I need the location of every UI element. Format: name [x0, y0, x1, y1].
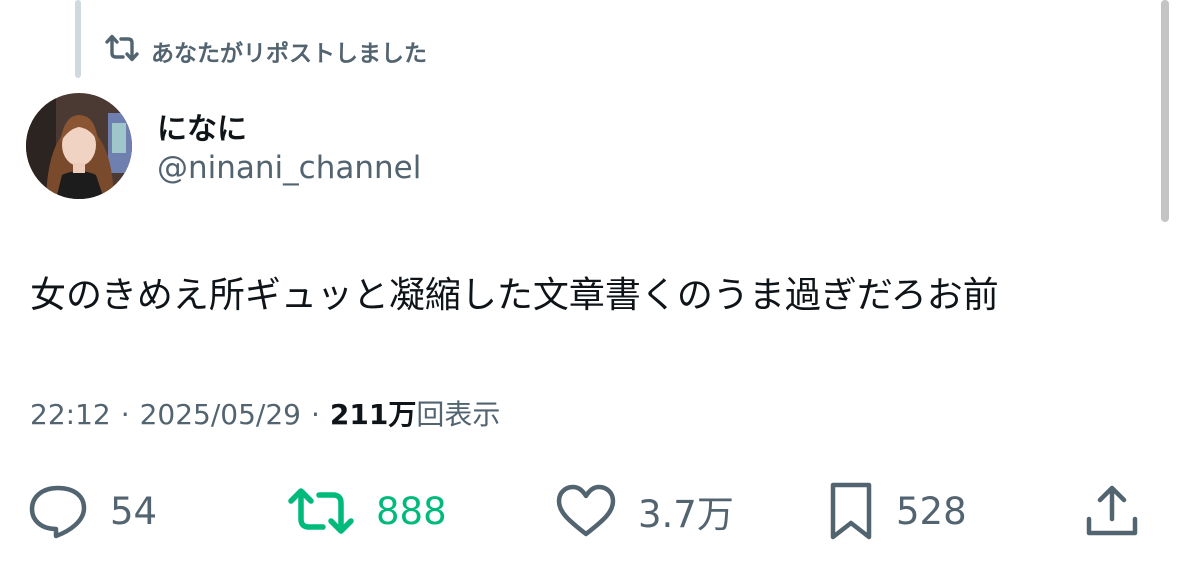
tweet-time[interactable]: 22:12	[30, 398, 111, 431]
author-handle[interactable]: @ninani_channel	[157, 150, 421, 186]
bookmark-count: 528	[896, 489, 967, 533]
author-display-name[interactable]: になに	[157, 104, 247, 148]
retweet-button[interactable]: 888	[288, 478, 447, 544]
views-label: 回表示	[416, 398, 501, 431]
tweet-detail: あなたがリポストしました になに @ninani_channel 女のきめえ所ギ…	[0, 0, 1179, 587]
bookmark-icon	[828, 481, 874, 541]
like-count: 3.7万	[638, 493, 734, 536]
reply-count: 54	[110, 489, 158, 533]
heart-icon	[556, 484, 616, 538]
share-icon	[1084, 483, 1140, 539]
reply-icon	[28, 483, 88, 539]
views-count[interactable]: 211万	[330, 393, 416, 433]
share-button[interactable]	[1084, 478, 1140, 544]
scrollbar[interactable]	[1161, 0, 1169, 222]
like-button[interactable]: 3.7万	[556, 478, 734, 544]
tweet-text: 女のきめえ所ギュッと凝縮した文章書くのうま過ぎだろお前	[30, 275, 999, 316]
repost-icon	[105, 33, 139, 69]
thread-connector-line	[75, 0, 81, 78]
repost-banner-label[interactable]: あなたがリポストしました	[151, 34, 427, 68]
retweet-count: 888	[376, 489, 447, 533]
meta-separator: ·	[311, 398, 320, 431]
bookmark-button[interactable]: 528	[828, 478, 967, 544]
repost-icon	[288, 486, 354, 536]
meta-separator: ·	[120, 398, 130, 431]
repost-banner: あなたがリポストしました	[105, 33, 427, 69]
reply-button[interactable]: 54	[28, 478, 157, 544]
avatar[interactable]	[26, 93, 132, 199]
tweet-metadata: 22:12 · 2025/05/29 · 211万 回表示	[30, 393, 500, 433]
tweet-date[interactable]: 2025/05/29	[140, 398, 301, 431]
